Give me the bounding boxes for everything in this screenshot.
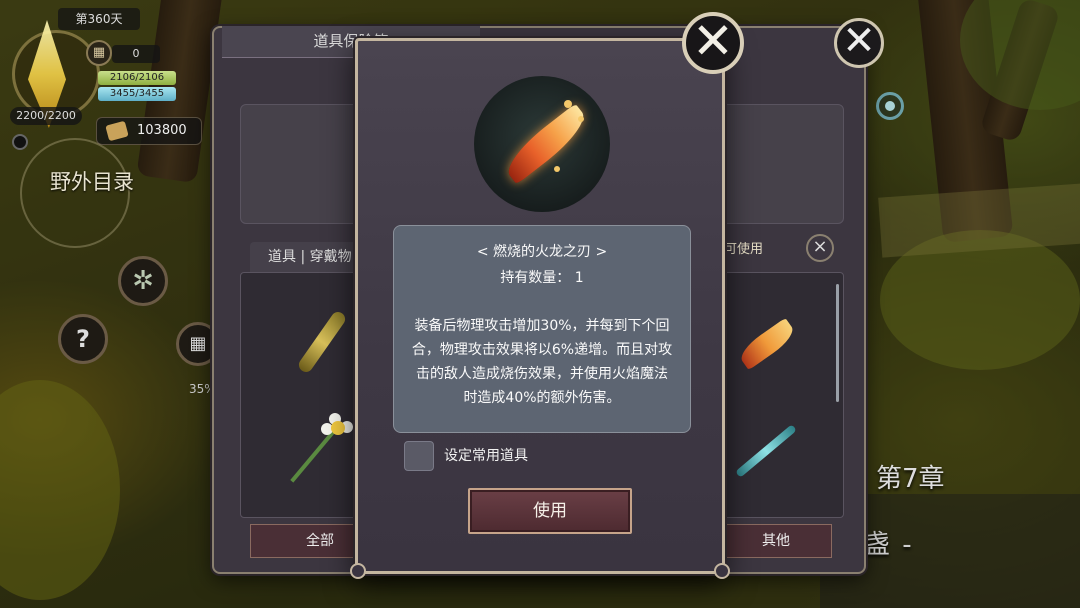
day-counter: 第360天 (58, 8, 140, 30)
scrollbar[interactable] (836, 284, 839, 402)
item-count-label: 持有数量： (500, 270, 571, 286)
hint-close-icon[interactable]: × (806, 234, 834, 262)
calendar-count: 0 (112, 45, 160, 63)
map-pin-icon[interactable] (876, 92, 904, 120)
gold-icon (105, 120, 129, 142)
item-description: 装备后物理攻击增加30%，并每到下个回合，物理攻击效果将以6%递增。而且对攻击的… (411, 318, 673, 406)
field-directory-label[interactable]: 野外目录 (50, 166, 134, 196)
help-icon[interactable]: ? (58, 314, 108, 364)
flame-blade-small-icon (736, 317, 798, 371)
mp-bar: 3455/3455 (98, 87, 176, 101)
item-count: 持有数量： 1 (394, 268, 690, 288)
grid-item-flame-blade[interactable] (711, 293, 821, 393)
use-button[interactable]: 使用 (468, 488, 632, 534)
ice-blade-icon (735, 424, 797, 478)
favorite-item-checkbox[interactable] (404, 441, 434, 471)
help-glyph: ? (76, 325, 90, 353)
dialog-close-icon[interactable]: ✕ (682, 12, 744, 74)
player-hud: 第360天 ▦ 0 2106/2106 3455/3455 2200/2200 … (0, 0, 240, 420)
storage-close-icon[interactable]: ✕ (834, 18, 884, 68)
grid-item-ice-blade[interactable] (711, 403, 821, 503)
chapter-title: 第7章 (876, 464, 945, 494)
item-description-box: < 燃烧的火龙之刃 > 持有数量： 1 装备后物理攻击增加30%，并每到下个回合… (393, 225, 691, 433)
gold-counter: 103800 (96, 117, 202, 145)
calendar-icon[interactable]: ▦ (86, 40, 112, 66)
status-dot (12, 134, 28, 150)
item-name: < 燃烧的火龙之刃 > (476, 244, 608, 260)
gold-value: 103800 (137, 123, 187, 138)
crystal-value: 2200/2200 (10, 107, 82, 125)
tab-items-equipment[interactable]: 道具 | 穿戴物 (250, 242, 370, 272)
item-count-value: 1 (574, 270, 584, 286)
gear-icon[interactable]: ✲ (118, 256, 168, 306)
item-portrait (474, 76, 610, 212)
favorite-item-label[interactable]: 设定常用道具 (444, 446, 528, 466)
golden-sword-icon (296, 309, 348, 375)
flower-stem (290, 429, 336, 483)
filter-other-button[interactable]: 其他 (720, 524, 832, 558)
hp-bar: 2106/2106 (98, 71, 176, 85)
